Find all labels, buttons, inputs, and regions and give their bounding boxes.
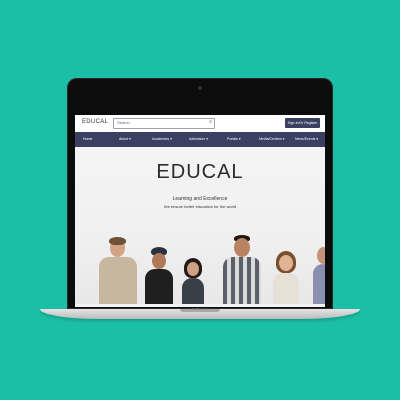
device-brand: MacBook Air — [191, 307, 209, 311]
hero-banner: EDUCAL Learning and Excellence We ensure… — [75, 147, 325, 304]
signup-button[interactable]: Sign In/Or Register — [285, 118, 320, 128]
search-input[interactable]: Search ⌕ — [113, 118, 215, 129]
nav-item-admission[interactable]: Admission ▾ — [189, 137, 208, 141]
hero-title: EDUCAL — [156, 161, 244, 183]
main-nav: Home About ▾ Academics ▾ Admission ▾ Por… — [75, 132, 325, 147]
person-image — [182, 258, 204, 304]
header: EDUCAL Search ⌕ Sign In/Or Register — [75, 115, 325, 132]
nav-item-about[interactable]: About ▾ — [119, 137, 131, 141]
laptop-lid: EDUCAL Search ⌕ Sign In/Or Register Home… — [67, 78, 333, 309]
person-image — [99, 231, 139, 304]
person-image — [145, 247, 173, 304]
person-image — [313, 241, 325, 304]
person-image — [273, 251, 299, 304]
screen: EDUCAL Search ⌕ Sign In/Or Register Home… — [75, 115, 325, 307]
nav-item-portals[interactable]: Portals ▾ — [227, 137, 241, 141]
hero-subtitle: Learning and Excellence — [172, 196, 228, 202]
person-image — [223, 233, 261, 304]
site-logo[interactable]: EDUCAL — [82, 119, 108, 125]
nav-item-home[interactable]: Home — [83, 137, 92, 141]
hero-people-image — [75, 227, 325, 304]
camera-icon — [198, 86, 202, 90]
hero-tagline: We ensure better education for the world — [163, 204, 237, 209]
nav-item-media-centers[interactable]: Media/Centers ▾ — [259, 137, 285, 141]
search-icon[interactable]: ⌕ — [209, 119, 212, 125]
search-placeholder: Search — [117, 120, 130, 125]
nav-item-news-events[interactable]: News/Events ▾ — [295, 137, 318, 141]
nav-item-academics[interactable]: Academics ▾ — [152, 137, 172, 141]
